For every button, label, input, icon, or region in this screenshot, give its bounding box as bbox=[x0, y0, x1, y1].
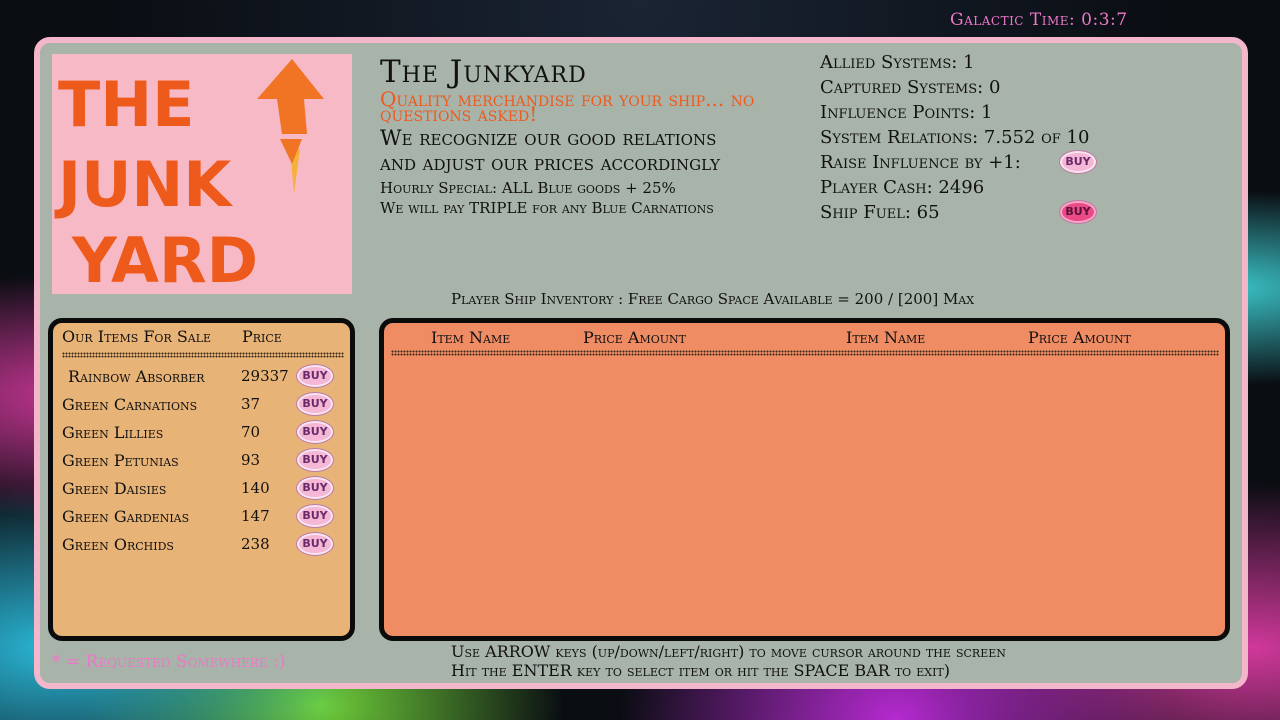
relations-line-1: We recognize our good relations bbox=[380, 126, 717, 150]
shop-tagline: Quality merchandise for your ship... no … bbox=[380, 87, 755, 126]
buy-item-button[interactable]: BUY bbox=[297, 505, 333, 527]
sale-item-price: 140 bbox=[241, 479, 270, 497]
sale-item-price: 29337 bbox=[241, 367, 289, 385]
sale-item[interactable]: Green Gardenias 147 BUY bbox=[62, 502, 333, 530]
sale-item[interactable]: Green Daisies 140 BUY bbox=[62, 474, 333, 502]
sale-item-name: Green Petunias bbox=[62, 450, 179, 470]
system-relations: System Relations: 7.552 of 10 bbox=[820, 127, 1090, 148]
captured-systems: Captured Systems: 0 bbox=[820, 77, 1001, 98]
sale-divider bbox=[62, 352, 344, 358]
sale-item[interactable]: Rainbow Absorber 29337 BUY bbox=[62, 362, 333, 390]
logo-line-2: JUNK bbox=[54, 148, 233, 221]
items-for-sale-panel: Our Items For Sale Price Rainbow Absorbe… bbox=[48, 318, 355, 641]
inventory-caption: Player Ship Inventory : Free Cargo Space… bbox=[451, 290, 975, 308]
raise-influence-row: Raise Influence by +1: BUY bbox=[820, 150, 1096, 175]
sale-header: Our Items For Sale Price bbox=[62, 327, 282, 346]
sale-item-price: 70 bbox=[241, 423, 261, 441]
sale-item[interactable]: Green Orchids 238 BUY bbox=[62, 530, 333, 558]
buy-item-button[interactable]: BUY bbox=[297, 393, 333, 415]
sale-header-price: Price bbox=[242, 327, 282, 346]
inventory-col1-price: Price Amount bbox=[583, 328, 686, 347]
sale-item-name: Green Lillies bbox=[62, 422, 164, 442]
galactic-time: Galactic Time: 0:3:7 bbox=[950, 10, 1128, 30]
instructions: Use ARROW keys (up/down/left/right) to m… bbox=[451, 642, 1006, 680]
logo-line-1: THE bbox=[58, 68, 195, 141]
ship-fuel-row: Ship Fuel: 65 BUY bbox=[820, 200, 1096, 225]
raise-influence-label: Raise Influence by +1: bbox=[820, 152, 1021, 173]
buy-fuel-button[interactable]: BUY bbox=[1060, 201, 1096, 223]
inventory-col1-name: Item Name bbox=[431, 328, 511, 347]
buy-item-button[interactable]: BUY bbox=[297, 365, 333, 387]
buy-item-button[interactable]: BUY bbox=[297, 533, 333, 555]
sale-item-price: 147 bbox=[241, 507, 270, 525]
sale-item-name: Green Carnations bbox=[62, 394, 198, 414]
player-cash: Player Cash: 2496 bbox=[820, 177, 985, 198]
relations-line-2: and adjust our prices accordingly bbox=[380, 151, 721, 175]
influence-points: Influence Points: 1 bbox=[820, 102, 993, 123]
buy-item-button[interactable]: BUY bbox=[297, 421, 333, 443]
relations-text: We recognize our good relations and adju… bbox=[380, 126, 810, 176]
requested-note: * = Requested Somewhere :) bbox=[52, 652, 286, 672]
buy-item-button[interactable]: BUY bbox=[297, 477, 333, 499]
shop-title: The Junkyard bbox=[380, 54, 587, 90]
sale-header-name: Our Items For Sale bbox=[62, 327, 212, 346]
sale-item-name: Rainbow Absorber bbox=[68, 366, 205, 386]
buy-item-button[interactable]: BUY bbox=[297, 449, 333, 471]
arrow-icon bbox=[257, 59, 324, 194]
ship-fuel-label: Ship Fuel: 65 bbox=[820, 202, 940, 223]
inventory-col2-name: Item Name bbox=[846, 328, 926, 347]
instructions-line-2: Hit the ENTER key to select item or hit … bbox=[451, 661, 951, 680]
sale-item[interactable]: Green Carnations 37 BUY bbox=[62, 390, 333, 418]
sale-item[interactable]: Green Petunias 93 BUY bbox=[62, 446, 333, 474]
sale-item-price: 238 bbox=[241, 535, 270, 553]
logo-art: THE JUNK YARD bbox=[54, 59, 324, 297]
junkyard-logo: THE JUNK YARD bbox=[52, 54, 352, 297]
sale-item-name: Green Gardenias bbox=[62, 506, 190, 526]
sale-item-price: 93 bbox=[241, 451, 261, 469]
buy-influence-button[interactable]: BUY bbox=[1060, 151, 1096, 173]
hourly-special: Hourly Special: ALL Blue goods + 25% bbox=[380, 179, 676, 197]
sale-item-name: Green Daisies bbox=[62, 478, 167, 498]
inventory-divider bbox=[391, 350, 1219, 356]
sale-item[interactable]: Green Lillies 70 BUY bbox=[62, 418, 333, 446]
inventory-panel: Item Name Price Amount Item Name Price A… bbox=[379, 318, 1230, 641]
logo-line-3: YARD bbox=[71, 224, 258, 294]
player-stats: Allied Systems: 1 Captured Systems: 0 In… bbox=[820, 50, 1096, 225]
inventory-col2-price: Price Amount bbox=[1028, 328, 1131, 347]
sale-item-price: 37 bbox=[241, 395, 261, 413]
triple-offer: We will pay TRIPLE for any Blue Carnatio… bbox=[380, 199, 714, 217]
instructions-line-1: Use ARROW keys (up/down/left/right) to m… bbox=[451, 642, 1006, 661]
shop-header: The Junkyard Quality merchandise for you… bbox=[380, 56, 810, 218]
sale-item-name: Green Orchids bbox=[62, 534, 174, 554]
allied-systems: Allied Systems: 1 bbox=[820, 52, 975, 73]
special-offers: Hourly Special: ALL Blue goods + 25% We … bbox=[380, 178, 810, 218]
